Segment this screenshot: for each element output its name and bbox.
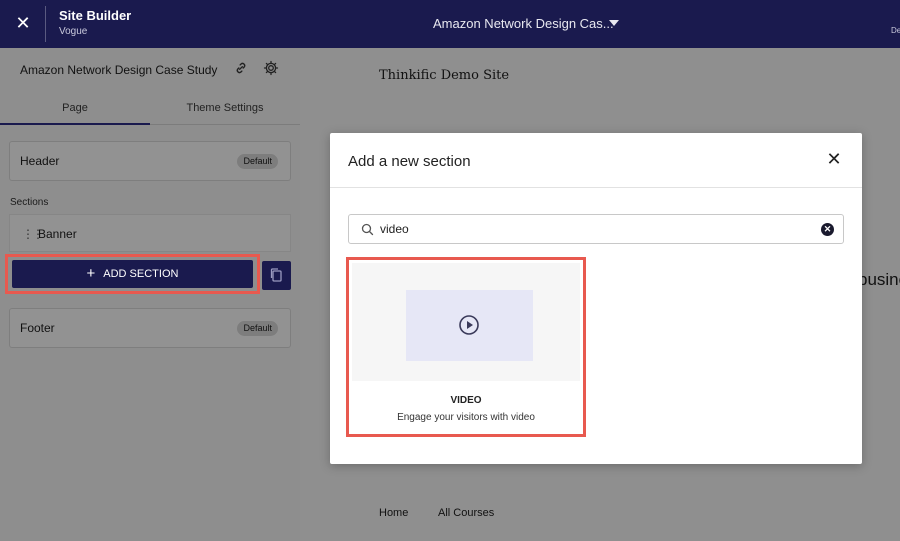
section-search[interactable]: ✕ [348,214,844,244]
sections-label: Sections [10,197,49,208]
copy-section-button[interactable] [262,261,291,290]
footer-nav-all-courses[interactable]: All Courses [438,507,494,519]
topbar-edge-text: De [891,26,900,35]
header-card-label: Header [20,154,60,168]
search-input[interactable] [380,220,800,238]
copy-icon [270,268,282,282]
tab-page[interactable]: Page [0,93,150,125]
section-option-video[interactable]: VIDEO Engage your visitors with video [352,263,580,431]
theme-name: Vogue [59,26,88,37]
add-section-label: ADD SECTION [103,268,179,280]
option-name: VIDEO [450,395,482,406]
tab-theme-settings[interactable]: Theme Settings [150,93,300,125]
footer-nav-home[interactable]: Home [379,507,408,519]
site-title: Thinkific Demo Site [379,68,510,83]
modal-header: Add a new section ✕ [330,133,862,188]
footer-default-badge: Default [237,321,278,336]
plus-icon: + [86,265,96,282]
gear-icon[interactable] [263,60,279,76]
search-icon [361,223,374,236]
modal-title: Add a new section [348,153,471,170]
panel-title: Amazon Network Design Case Study [20,63,218,77]
section-item-banner[interactable]: ⋮⋮ Banner [9,214,291,252]
header-card[interactable]: Header Default [9,141,291,181]
play-icon [459,315,479,335]
app-title: Site Builder [59,8,132,23]
preview-partial-text: busines [858,270,900,289]
clear-icon[interactable]: ✕ [821,223,834,236]
topbar-divider [45,6,46,42]
add-section-button[interactable]: + ADD SECTION [12,260,253,288]
add-section-modal: Add a new section ✕ ✕ VIDEO Engage your … [330,133,862,464]
section-item-label: Banner [38,227,77,241]
top-bar: ✕ Site Builder Vogue Amazon Network Desi… [0,0,900,48]
footer-card[interactable]: Footer Default [9,308,291,348]
course-select[interactable]: Amazon Network Design Cas... [433,16,614,31]
video-option-highlight: VIDEO Engage your visitors with video [346,257,586,437]
footer-card-label: Footer [20,321,55,335]
chevron-down-icon[interactable] [609,20,619,26]
close-icon[interactable]: ✕ [826,150,842,168]
link-icon[interactable] [234,61,248,75]
sidebar: Amazon Network Design Case Study Page Th… [0,48,300,541]
option-thumbnail [406,290,533,361]
header-default-badge: Default [237,154,278,169]
sidebar-tabs: Page Theme Settings [0,93,300,125]
close-icon[interactable]: ✕ [14,14,32,32]
option-description: Engage your visitors with video [397,412,535,423]
add-section-highlight: + ADD SECTION [5,254,260,294]
option-thumbnail-area [352,263,580,381]
